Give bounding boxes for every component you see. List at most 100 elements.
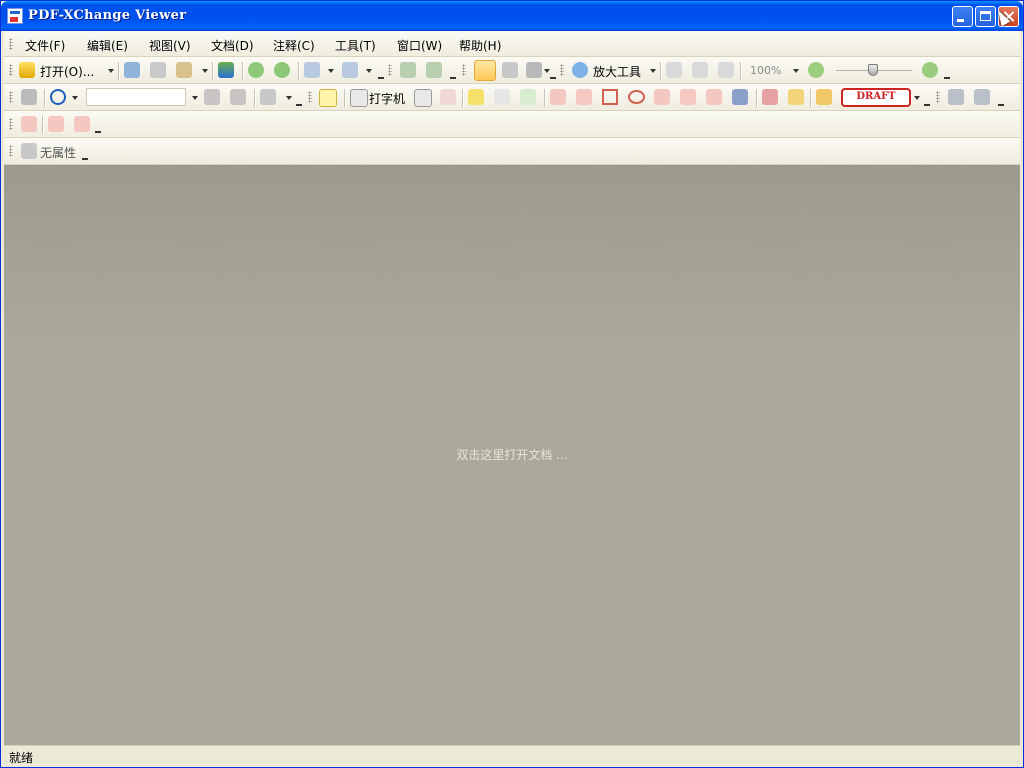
- toolbar-options-icon[interactable]: [944, 77, 950, 79]
- toolbar-options-icon[interactable]: [998, 104, 1004, 106]
- dropdown-arrow-icon[interactable]: [328, 69, 334, 73]
- pin-icon[interactable]: [732, 89, 748, 105]
- menu-file[interactable]: 文件(F): [25, 37, 65, 54]
- pencil-icon[interactable]: [762, 89, 778, 105]
- dropdown-arrow-icon[interactable]: [544, 69, 550, 73]
- zoom-level-input[interactable]: 100%: [750, 64, 781, 77]
- highlight-text-icon[interactable]: [468, 89, 484, 105]
- toolbar-options-icon[interactable]: [550, 77, 556, 79]
- menu-tools[interactable]: 工具(T): [335, 37, 376, 54]
- cloud-tool-icon[interactable]: [706, 89, 722, 105]
- save-icon[interactable]: [124, 62, 140, 78]
- forward-icon[interactable]: [274, 62, 290, 78]
- zoom-out-icon[interactable]: [808, 62, 824, 78]
- title-bar[interactable]: PDF-XChange Viewer: [1, 1, 1023, 31]
- zoom-slider-handle[interactable]: [868, 64, 878, 76]
- underline-text-icon[interactable]: [520, 89, 536, 105]
- arrow-tool-icon[interactable]: [550, 89, 566, 105]
- menu-edit[interactable]: 编辑(E): [87, 37, 128, 54]
- open-document-hint[interactable]: 双击这里打开文档 ...: [4, 446, 1020, 463]
- menu-comments[interactable]: 注释(C): [273, 37, 315, 54]
- grip-handle[interactable]: [9, 118, 13, 130]
- actual-size-icon[interactable]: [666, 62, 682, 78]
- document-area[interactable]: 双击这里打开文档 ...: [4, 165, 1020, 745]
- undo-icon[interactable]: [304, 62, 320, 78]
- rectangle-tool-icon[interactable]: [602, 89, 618, 105]
- grip-handle[interactable]: [9, 38, 13, 50]
- grip-handle[interactable]: [9, 91, 13, 103]
- strikeout-text-icon[interactable]: [494, 89, 510, 105]
- comment-tools-icon[interactable]: [260, 89, 276, 105]
- menu-view[interactable]: 视图(V): [149, 37, 191, 54]
- select-text-icon[interactable]: [526, 62, 542, 78]
- search-dropdown-arrow-icon[interactable]: [192, 96, 198, 100]
- grip-handle[interactable]: [462, 64, 466, 76]
- toolbar-options-icon[interactable]: [450, 77, 456, 79]
- stamp-icon[interactable]: [816, 89, 832, 105]
- eraser-icon[interactable]: [788, 89, 804, 105]
- email-icon[interactable]: [176, 62, 192, 78]
- oval-tool-icon[interactable]: [628, 90, 645, 104]
- open-folder-icon[interactable]: [19, 62, 35, 78]
- toolbar-options-icon[interactable]: [378, 77, 384, 79]
- find-next-icon[interactable]: [230, 89, 246, 105]
- typewriter-icon[interactable]: [350, 89, 368, 107]
- line-tool-icon[interactable]: [576, 89, 592, 105]
- area-measure-icon[interactable]: [974, 89, 990, 105]
- zoom-dropdown-arrow-icon[interactable]: [793, 69, 799, 73]
- find-previous-icon[interactable]: [204, 89, 220, 105]
- perimeter-tool-icon[interactable]: [48, 116, 64, 132]
- menu-help[interactable]: 帮助(H): [459, 37, 501, 54]
- sticky-note-icon[interactable]: [319, 89, 337, 107]
- menu-window[interactable]: 窗口(W): [397, 37, 442, 54]
- polygon-line-tool-icon[interactable]: [654, 89, 670, 105]
- stamp-dropdown-arrow-icon[interactable]: [914, 96, 920, 100]
- dropdown-arrow-icon[interactable]: [72, 96, 78, 100]
- grip-handle[interactable]: [308, 91, 312, 103]
- menu-document[interactable]: 文档(D): [211, 37, 254, 54]
- toolbar-options-icon[interactable]: [924, 104, 930, 106]
- area-tool-icon[interactable]: [74, 116, 90, 132]
- dropdown-arrow-icon[interactable]: [202, 69, 208, 73]
- measure-icon[interactable]: [948, 89, 964, 105]
- open-button-label[interactable]: 打开(O)...: [40, 63, 94, 80]
- rotate-right-icon[interactable]: [426, 62, 442, 78]
- search-input[interactable]: [86, 88, 186, 106]
- snapshot-icon[interactable]: [502, 62, 518, 78]
- stamp-draft-selector[interactable]: DRAFT: [841, 88, 911, 107]
- search-engine-icon[interactable]: [50, 89, 66, 105]
- grip-handle[interactable]: [388, 64, 392, 76]
- print-icon[interactable]: [150, 62, 166, 78]
- fit-page-icon[interactable]: [692, 62, 708, 78]
- zoom-tool-icon[interactable]: [572, 62, 588, 78]
- dropdown-arrow-icon[interactable]: [286, 96, 292, 100]
- grip-handle[interactable]: [560, 64, 564, 76]
- toolbar-options-icon[interactable]: [82, 158, 88, 160]
- grip-handle[interactable]: [9, 64, 13, 76]
- redo-icon[interactable]: [342, 62, 358, 78]
- fit-width-icon[interactable]: [718, 62, 734, 78]
- minimize-button[interactable]: [952, 6, 973, 27]
- comments-toolbar: 打字机 DRAFT: [4, 84, 1020, 111]
- text-box-icon[interactable]: [414, 89, 432, 107]
- zoom-in-icon[interactable]: [922, 62, 938, 78]
- hand-tool-button[interactable]: [474, 60, 496, 81]
- dropdown-arrow-icon[interactable]: [650, 69, 656, 73]
- open-dropdown-arrow-icon[interactable]: [108, 69, 114, 73]
- polygon-tool-icon[interactable]: [680, 89, 696, 105]
- dropdown-arrow-icon[interactable]: [366, 69, 372, 73]
- zoom-tool-label[interactable]: 放大工具: [593, 63, 641, 80]
- find-icon[interactable]: [21, 89, 37, 105]
- grip-handle[interactable]: [936, 91, 940, 103]
- app-icon[interactable]: [7, 8, 23, 24]
- back-icon[interactable]: [248, 62, 264, 78]
- typewriter-label[interactable]: 打字机: [369, 90, 405, 107]
- toolbar-options-icon[interactable]: [95, 131, 101, 133]
- maximize-button[interactable]: [975, 6, 996, 27]
- distance-tool-icon[interactable]: [21, 116, 37, 132]
- toolbar-options-icon[interactable]: [296, 104, 302, 106]
- scan-icon[interactable]: [218, 62, 234, 78]
- rotate-left-icon[interactable]: [400, 62, 416, 78]
- grip-handle[interactable]: [9, 145, 13, 157]
- callout-icon[interactable]: [440, 89, 456, 105]
